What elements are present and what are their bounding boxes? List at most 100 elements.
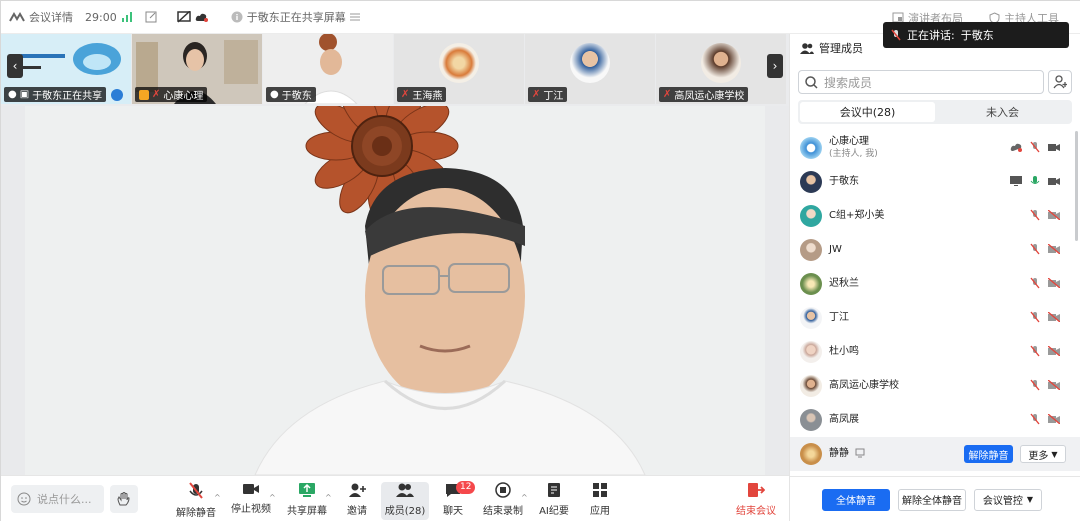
member-row[interactable]: 于敬东 bbox=[790, 165, 1080, 199]
share-screen-button[interactable]: 共享屏幕 bbox=[283, 482, 331, 520]
video-on-icon bbox=[1048, 141, 1060, 156]
add-member-button[interactable] bbox=[1048, 70, 1072, 94]
member-row[interactable]: 丁江 bbox=[790, 301, 1080, 335]
ai-notes-icon bbox=[546, 482, 562, 498]
popout-button[interactable] bbox=[145, 11, 157, 23]
muted-mic-icon bbox=[891, 29, 901, 41]
apps-button[interactable]: 应用 bbox=[576, 482, 624, 520]
avatar bbox=[800, 443, 822, 465]
end-meeting-button[interactable]: 结束会议 bbox=[732, 482, 780, 520]
stop-video-button[interactable]: 停止视频 bbox=[227, 482, 275, 520]
member-row[interactable]: 心康心理 (主持人, 我) bbox=[790, 131, 1080, 165]
thumbs-next-button[interactable]: › bbox=[767, 54, 783, 78]
sharing-notice[interactable]: 于敬东正在共享屏幕 bbox=[231, 9, 360, 25]
thumbnail-label: ✗ 王海燕 bbox=[397, 87, 447, 102]
chevron-down-icon: ▼ bbox=[1026, 495, 1034, 504]
thumbnail-participant[interactable]: ✗ 心康心理 bbox=[132, 34, 262, 104]
share-screen-label: 共享屏幕 bbox=[287, 506, 327, 517]
ai-minutes-label: AI纪要 bbox=[539, 506, 569, 517]
member-status-icons bbox=[1030, 379, 1061, 394]
member-name: C组+郑小美 bbox=[829, 210, 885, 221]
member-status-icons bbox=[1030, 209, 1061, 224]
mute-all-button[interactable]: 全体静音 bbox=[822, 488, 890, 511]
muted-mic-icon bbox=[1030, 413, 1040, 428]
chevron-up-icon[interactable]: ^ bbox=[269, 493, 276, 502]
raise-hand-button[interactable] bbox=[110, 485, 138, 513]
avatar bbox=[800, 205, 822, 227]
meeting-info[interactable]: 会议详情 bbox=[9, 9, 73, 25]
chevron-up-icon[interactable]: ^ bbox=[214, 493, 221, 502]
member-row[interactable]: 高凤运心康学校 bbox=[790, 369, 1080, 403]
chevron-down-icon: ▼ bbox=[1051, 449, 1058, 459]
invite-label: 邀请 bbox=[347, 506, 367, 517]
video-off-icon bbox=[1047, 413, 1061, 428]
apps-label: 应用 bbox=[590, 506, 610, 517]
member-role: (主持人, 我) bbox=[829, 149, 878, 159]
emoji-icon bbox=[17, 492, 31, 506]
member-row[interactable]: 静静 解除静音 更多 ▼ bbox=[790, 437, 1080, 471]
device-icon bbox=[855, 447, 865, 461]
member-name-block: 心康心理 (主持人, 我) bbox=[829, 136, 878, 160]
member-row[interactable]: 杜小鸣 bbox=[790, 335, 1080, 369]
chat-label: 聊天 bbox=[443, 506, 463, 517]
avatar bbox=[570, 43, 610, 83]
muted-mic-icon: ✗ bbox=[152, 89, 161, 100]
member-more-button[interactable]: 更多 ▼ bbox=[1020, 445, 1066, 463]
timer-text: 29:00 bbox=[85, 10, 117, 24]
speaking-name: 于敬东 bbox=[960, 29, 994, 42]
meeting-timer: 29:00 bbox=[85, 11, 133, 24]
share-icon: ▣ bbox=[19, 89, 30, 100]
member-list: 心康心理 (主持人, 我) 于敬东 C组+郑小美 JW 迟秋兰 丁江 杜小鸣 高… bbox=[790, 131, 1080, 471]
share-screen-icon bbox=[298, 482, 316, 498]
sharing-controls[interactable] bbox=[176, 11, 209, 23]
thumbnail-participant[interactable]: ✗ 王海燕 bbox=[394, 34, 524, 104]
member-name: 高凤运心康学校 bbox=[829, 380, 899, 391]
member-row[interactable]: C组+郑小美 bbox=[790, 199, 1080, 233]
mic-icon: ● bbox=[8, 89, 17, 100]
ai-minutes-button[interactable]: AI纪要 bbox=[530, 482, 578, 520]
invite-button[interactable]: 邀请 bbox=[333, 482, 381, 520]
quick-chat-input[interactable]: 说点什么... bbox=[11, 485, 104, 513]
end-record-button[interactable]: 结束录制 bbox=[479, 482, 527, 520]
member-unmute-button[interactable]: 解除静音 bbox=[964, 445, 1013, 463]
unmute-all-button[interactable]: 解除全体静音 bbox=[898, 488, 966, 511]
muted-mic-icon: ✗ bbox=[532, 89, 541, 100]
tab-not-joined[interactable]: 未入会 bbox=[935, 102, 1070, 122]
meeting-control-button[interactable]: 会议管控 ▼ bbox=[974, 488, 1042, 511]
invite-icon bbox=[348, 482, 366, 498]
thumbnail-label: ✗ 高凤运心康学校 bbox=[659, 87, 749, 102]
meeting-control-label: 会议管控 bbox=[982, 496, 1023, 507]
active-speaker-video[interactable] bbox=[25, 106, 765, 475]
host-badge-icon bbox=[139, 89, 149, 100]
muted-mic-icon bbox=[1030, 209, 1040, 224]
video-off-icon bbox=[1047, 277, 1061, 292]
chevron-up-icon[interactable]: ^ bbox=[521, 493, 528, 502]
member-row[interactable]: 迟秋兰 bbox=[790, 267, 1080, 301]
member-row[interactable]: 高凤展 bbox=[790, 403, 1080, 437]
thumbnail-label: ✗ 丁江 bbox=[528, 87, 568, 102]
hand-icon bbox=[116, 491, 132, 507]
member-row[interactable]: JW bbox=[790, 233, 1080, 267]
member-search-input[interactable]: 搜索成员 bbox=[798, 70, 1044, 94]
member-name: 于敬东 bbox=[829, 176, 859, 187]
chat-button[interactable]: 12 聊天 bbox=[429, 481, 477, 520]
members-panel: 管理成员 搜索成员 会议中(28) 未入会 心康心理 (主持人, 我) 于敬东 … bbox=[789, 34, 1080, 521]
member-list-scrollbar[interactable] bbox=[1075, 131, 1078, 241]
avatar bbox=[800, 137, 822, 159]
thumbnail-name: 于敬东 bbox=[281, 91, 312, 102]
unmute-button[interactable]: 解除静音 bbox=[172, 482, 220, 520]
tab-in-meeting[interactable]: 会议中(28) bbox=[800, 102, 935, 122]
members-button[interactable]: 成员(28) bbox=[381, 482, 429, 520]
search-placeholder: 搜索成员 bbox=[824, 75, 873, 90]
muted-mic-icon: ✗ bbox=[401, 89, 410, 100]
thumbs-prev-button[interactable]: ‹ bbox=[7, 54, 23, 78]
thumbnail-participant[interactable]: ✗ 丁江 bbox=[525, 34, 655, 104]
presenter-badge-icon bbox=[111, 89, 123, 101]
muted-mic-icon: ✗ bbox=[663, 89, 672, 100]
chevron-up-icon[interactable]: ^ bbox=[325, 493, 332, 502]
screen-share-icon bbox=[1010, 175, 1022, 190]
member-status-icons bbox=[1030, 345, 1061, 360]
thumbnail-name: 心康心理 bbox=[163, 91, 204, 102]
thumbnail-participant[interactable]: ● 于敬东 bbox=[263, 34, 393, 104]
chevron-right-icon: › bbox=[772, 59, 778, 73]
